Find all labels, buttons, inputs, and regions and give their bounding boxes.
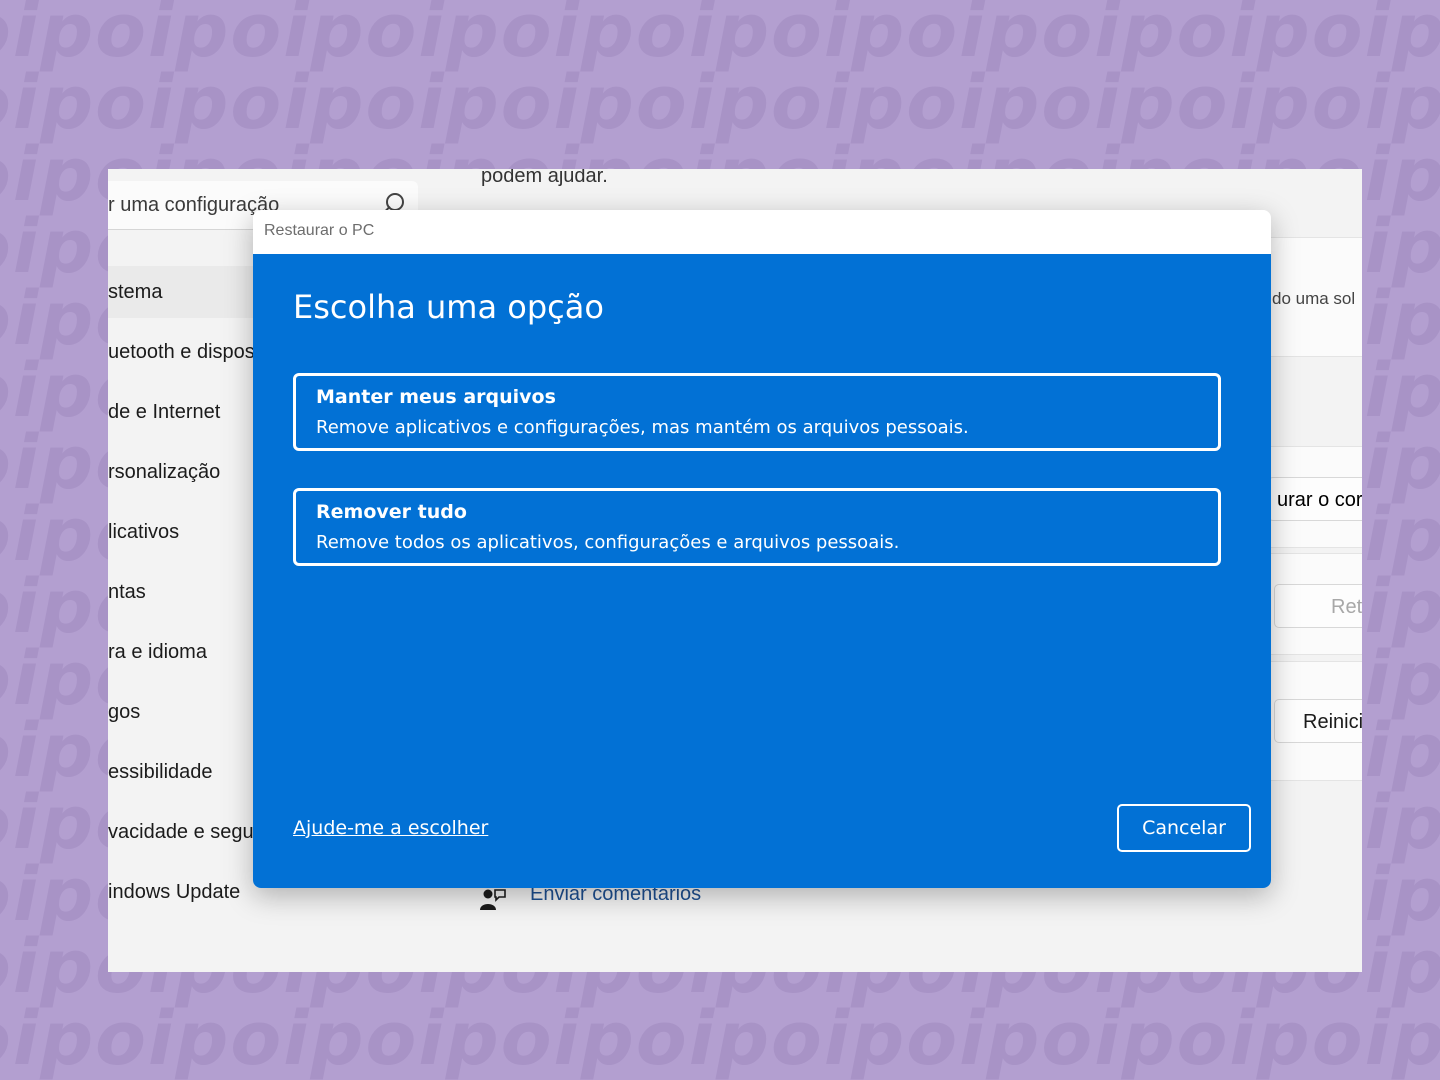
restart-now-button[interactable]: Reinici xyxy=(1274,699,1362,743)
go-back-label: Ret xyxy=(1331,596,1362,618)
option-title: Manter meus arquivos xyxy=(316,386,556,408)
help-me-choose-link[interactable]: Ajude-me a escolher xyxy=(293,817,488,839)
dialog-heading: Escolha uma opção xyxy=(293,288,604,326)
option-description: Remove todos os aplicativos, configuraçõ… xyxy=(316,532,900,553)
search-icon[interactable] xyxy=(386,193,404,211)
cancel-button[interactable]: Cancelar xyxy=(1117,804,1251,852)
dialog-body: Escolha uma opção Manter meus arquivos R… xyxy=(253,254,1271,888)
restart-now-label: Reinici xyxy=(1303,711,1362,733)
go-back-button[interactable]: Ret xyxy=(1274,584,1362,628)
reset-pc-dialog: Restaurar o PC Escolha uma opção Manter … xyxy=(253,210,1271,888)
watermark-row: oipoipoipoipoipoipoipoipoipoipoip xyxy=(0,996,1440,1080)
feedback-icon xyxy=(480,889,506,910)
remove-everything-option[interactable]: Remover tudo Remove todos os aplicativos… xyxy=(293,488,1221,566)
dialog-titlebar: Restaurar o PC xyxy=(253,210,1271,255)
option-title: Remover tudo xyxy=(316,501,467,523)
helper-text: podem ajudar. xyxy=(481,169,608,187)
recovery-card-text: do uma sol xyxy=(1272,289,1356,308)
reset-pc-button[interactable]: urar o cor xyxy=(1268,477,1362,521)
keep-my-files-option[interactable]: Manter meus arquivos Remove aplicativos … xyxy=(293,373,1221,451)
reset-pc-label: urar o cor xyxy=(1277,489,1362,511)
sidebar-item-sistema[interactable]: stema xyxy=(108,266,258,318)
watermark-row: oipoipoipoipoipoipoipoipoipoipoip xyxy=(0,60,1440,146)
option-description: Remove aplicativos e configurações, mas … xyxy=(316,417,969,438)
dialog-title: Restaurar o PC xyxy=(264,222,375,239)
watermark-row: oipoipoipoipoipoipoipoipoipoipoip xyxy=(0,0,1440,74)
